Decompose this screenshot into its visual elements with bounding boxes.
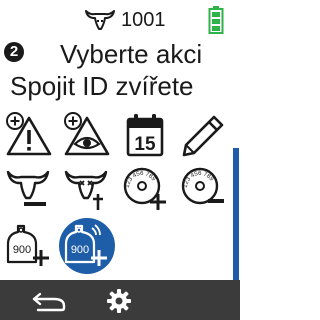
animal-id: 1001 bbox=[121, 9, 166, 31]
add-alert-button[interactable] bbox=[0, 108, 58, 162]
cow-head-icon bbox=[85, 10, 115, 30]
add-electronic-tag-button[interactable]: 900 bbox=[58, 218, 116, 274]
ear-tag-number: 900 bbox=[71, 244, 89, 256]
gear-icon[interactable] bbox=[106, 288, 132, 314]
scrollbar[interactable] bbox=[233, 148, 239, 280]
ear-tag-number: 900 bbox=[13, 244, 31, 256]
calendar-icon: 15 bbox=[126, 114, 164, 157]
cow-dead-icon bbox=[64, 170, 108, 210]
status-bar: 1001 bbox=[0, 0, 240, 38]
calendar-day-label: 15 bbox=[134, 134, 156, 155]
bottom-bar bbox=[0, 280, 240, 320]
eye-plus-icon bbox=[64, 112, 110, 156]
cow-minus-icon bbox=[6, 170, 50, 206]
tag-minus-icon: 123 456 789 bbox=[181, 167, 224, 205]
page-subtitle: Spojit ID zvířete bbox=[10, 71, 194, 101]
add-tag-button[interactable]: 123 456 789 bbox=[116, 162, 174, 216]
remove-tag-button[interactable]: 123 456 789 bbox=[174, 162, 232, 216]
warning-plus-icon bbox=[6, 112, 52, 156]
rfid-ear-tag-plus-icon: 900 bbox=[64, 224, 107, 266]
battery-icon bbox=[208, 6, 224, 34]
action-grid: 15 123 456 789 123 456 789 900 900 bbox=[0, 108, 232, 280]
step-badge: 2 bbox=[4, 42, 24, 62]
page-title: Vyberte akci bbox=[60, 39, 203, 69]
remove-animal-button[interactable] bbox=[0, 162, 58, 216]
add-ear-tag-button[interactable]: 900 bbox=[0, 218, 58, 272]
pencil-icon bbox=[182, 115, 224, 157]
tag-plus-icon: 123 456 789 bbox=[123, 167, 166, 210]
calendar-button[interactable]: 15 bbox=[116, 108, 174, 162]
dead-animal-button[interactable] bbox=[58, 162, 116, 216]
ear-tag-plus-icon: 900 bbox=[6, 224, 49, 266]
back-arrow-icon[interactable] bbox=[28, 286, 76, 314]
add-observation-button[interactable] bbox=[58, 108, 116, 162]
edit-button[interactable] bbox=[174, 108, 232, 162]
